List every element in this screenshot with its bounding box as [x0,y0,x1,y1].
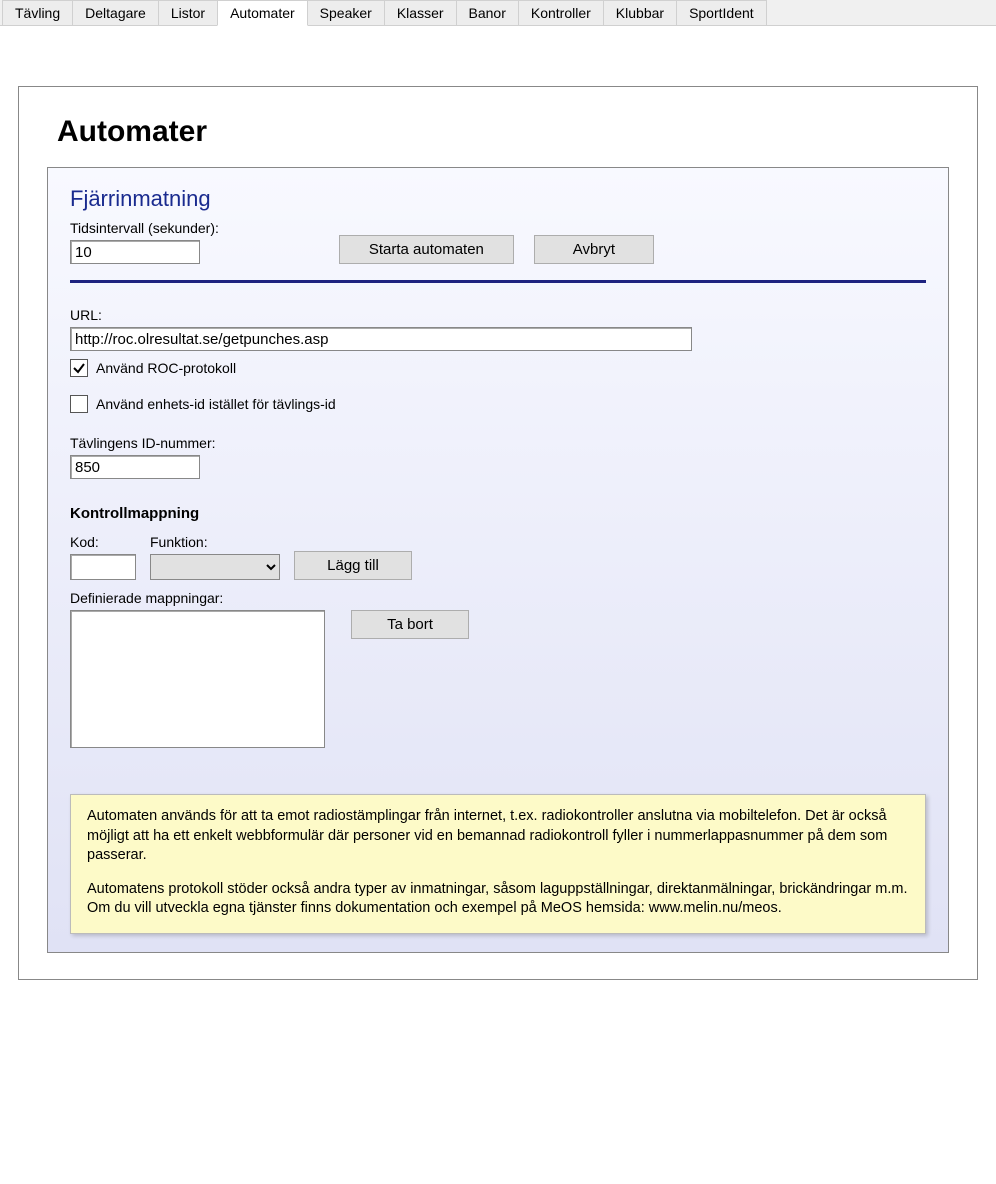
tab-speaker[interactable]: Speaker [307,0,385,25]
remove-button[interactable]: Ta bort [351,610,469,639]
page-container: Automater Fjärrinmatning Tidsintervall (… [18,86,978,980]
page-title: Automater [57,115,949,149]
mapping-heading: Kontrollmappning [70,505,926,522]
tab-bar: Tävling Deltagare Listor Automater Speak… [0,0,996,26]
url-input[interactable] [70,327,692,351]
tab-automater[interactable]: Automater [217,0,308,26]
roc-checkbox-label: Använd ROC-protokoll [96,360,236,376]
interval-input[interactable] [70,240,200,264]
tab-listor[interactable]: Listor [158,0,218,25]
competition-id-input[interactable] [70,455,200,479]
panel-title: Fjärrinmatning [70,186,926,212]
competition-id-label: Tävlingens ID-nummer: [70,435,926,451]
start-button[interactable]: Starta automaten [339,235,514,264]
funktion-label: Funktion: [150,534,280,550]
defined-mappings-list[interactable] [70,610,325,748]
info-paragraph-2: Automatens protokoll stöder också andra … [87,880,909,919]
check-icon [72,361,86,375]
info-paragraph-1: Automaten används för att ta emot radios… [87,807,909,866]
cancel-button[interactable]: Avbryt [534,235,654,264]
add-button[interactable]: Lägg till [294,551,412,580]
funktion-select[interactable] [150,554,280,580]
device-id-checkbox[interactable] [70,395,88,413]
tab-deltagare[interactable]: Deltagare [72,0,159,25]
tab-banor[interactable]: Banor [456,0,519,25]
kod-label: Kod: [70,534,136,550]
tab-kontroller[interactable]: Kontroller [518,0,604,25]
info-box: Automaten används för att ta emot radios… [70,794,926,934]
defined-mappings-label: Definierade mappningar: [70,590,926,606]
kod-input[interactable] [70,554,136,580]
tab-tavling[interactable]: Tävling [2,0,73,25]
tab-klasser[interactable]: Klasser [384,0,457,25]
device-id-checkbox-label: Använd enhets-id istället för tävlings-i… [96,396,336,412]
url-label: URL: [70,307,926,323]
interval-label: Tidsintervall (sekunder): [70,220,219,236]
roc-checkbox[interactable] [70,359,88,377]
separator [70,280,926,283]
tab-sportident[interactable]: SportIdent [676,0,767,25]
remote-input-panel: Fjärrinmatning Tidsintervall (sekunder):… [47,167,949,953]
tab-klubbar[interactable]: Klubbar [603,0,677,25]
